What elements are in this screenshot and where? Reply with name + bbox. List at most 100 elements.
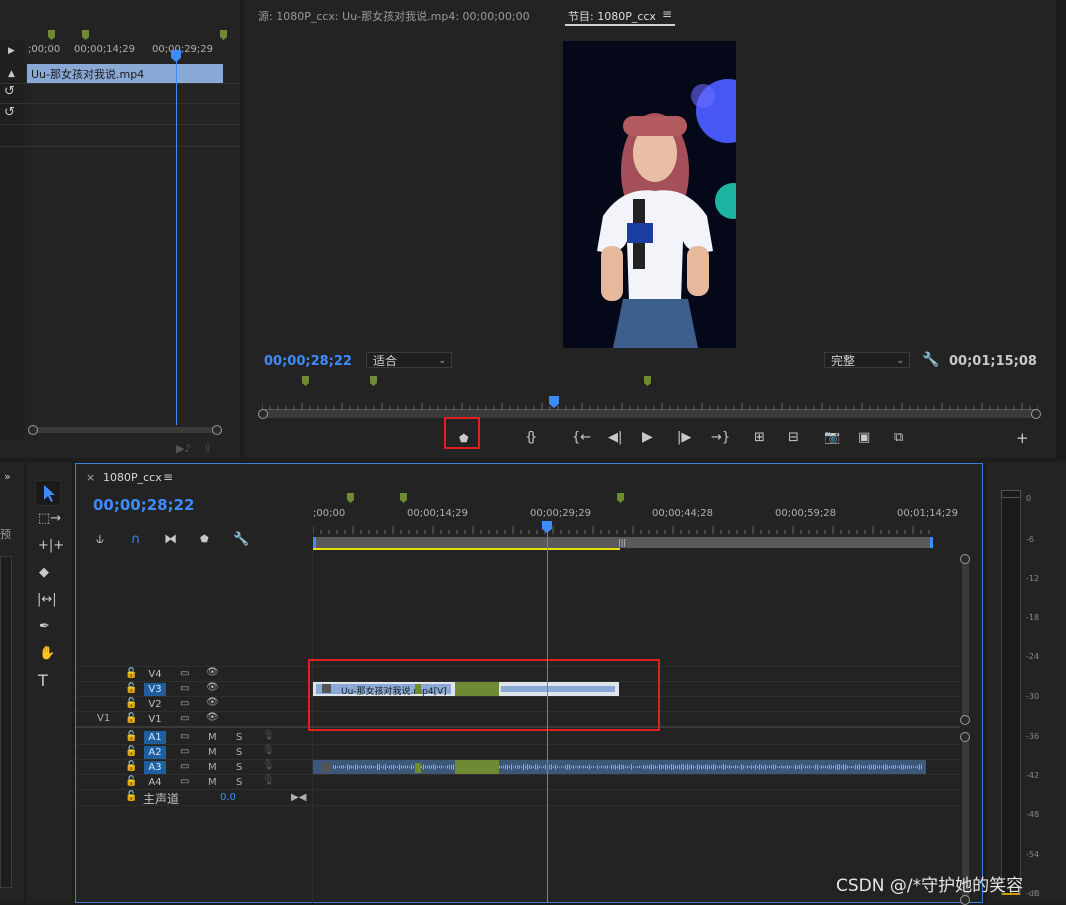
audio-clip-a3[interactable] [313,760,926,774]
lock-icon[interactable]: 🔓 [125,683,137,694]
track-name-v2[interactable]: V2 [144,698,166,711]
track-name-a2[interactable]: A2 [144,746,166,759]
microphone-icon[interactable]: 🎙 [262,730,275,741]
track-name-v1[interactable]: V1 [144,713,166,726]
hamburger-icon[interactable]: ≡ [662,7,672,21]
film-icon[interactable]: ▭ [180,668,189,679]
mute-button[interactable]: M [208,732,217,743]
extract-icon[interactable]: ⊟ [788,431,799,445]
film-icon[interactable]: ▭ [180,776,189,787]
film-icon[interactable]: ▭ [180,761,189,772]
timeline-ruler-label: 00;01;14;29 [897,508,959,519]
timeline-current-time[interactable]: 00;00;28;22 [93,496,195,514]
work-area-grip[interactable]: ||| [618,538,626,547]
export-icon[interactable]: ⇪ [203,442,212,456]
timeline-video-scrollbar[interactable] [962,556,969,722]
lock-icon[interactable]: 🔓 [125,668,137,679]
meter-label: -18 [1026,613,1040,622]
pen-icon[interactable]: ✒ [39,620,50,634]
camera-icon[interactable]: 📷 [824,431,840,445]
work-area-end[interactable] [930,537,933,548]
nest-sequence-icon[interactable]: ⫝ [96,533,104,547]
solo-button[interactable]: S [236,762,242,773]
mute-button[interactable]: M [208,777,217,788]
source-clip[interactable]: Uu-那女孩对我说.mp4 [27,64,223,83]
timeline-close-button[interactable]: × [86,471,95,484]
mute-button[interactable]: M [208,762,217,773]
lock-icon[interactable]: 🔓 [125,761,137,772]
undo-icon[interactable]: ↺ [4,85,15,99]
lock-icon[interactable]: 🔓 [125,713,137,724]
linked-selection-icon[interactable]: ⧓ [164,533,177,547]
audio-sync-icon[interactable]: ▶♪ [176,442,191,456]
timeline-menu-icon[interactable]: ≡ [163,470,173,484]
meter-label: 0 [1026,494,1032,503]
snap-magnet-icon[interactable]: ∩ [131,533,141,547]
lock-icon[interactable]: 🔓 [125,746,137,757]
eye-icon[interactable]: 👁 [206,667,219,678]
track-name-a3[interactable]: A3 [144,761,166,774]
ripple-edit-icon[interactable]: +|+ [38,539,64,553]
lock-icon[interactable]: 🔓 [125,698,137,709]
track-name-v3[interactable]: V3 [144,683,166,696]
eye-icon[interactable]: 👁 [206,697,219,708]
insert-icon[interactable]: ▣ [858,431,870,445]
source-scrollbar[interactable] [30,427,220,433]
lock-icon[interactable]: 🔓 [125,731,137,742]
slip-tool-icon[interactable]: |↔| [37,593,57,607]
go-to-end-icon[interactable]: ▶◀ [291,792,306,803]
lock-icon[interactable]: 🔓 [125,791,137,802]
play-icon[interactable]: ▶ [642,430,653,444]
redo-icon[interactable]: ↺ [4,106,15,120]
timeline-tab[interactable]: 1080P_ccx [103,471,162,484]
track-name-a4[interactable]: A4 [144,776,166,789]
film-icon[interactable]: ▭ [180,731,189,742]
solo-button[interactable]: S [236,747,242,758]
hand-icon[interactable]: ✋ [39,647,55,661]
expand-arrow-icon[interactable]: ▶ [8,44,15,58]
microphone-icon[interactable]: 🎙 [262,760,275,771]
razor-icon[interactable]: ◆ [39,566,49,580]
eye-icon[interactable]: 👁 [206,682,219,693]
quality-dropdown[interactable]: 完整 ⌄ [824,352,910,368]
highlight-box-clip [308,659,660,731]
type-tool-icon[interactable]: T [38,673,48,689]
work-area-start[interactable] [313,537,316,548]
step-back-icon[interactable]: ◀| [608,431,622,445]
master-volume-value[interactable]: 0.0 [220,792,236,803]
expand-panels-icon[interactable]: » [4,470,11,484]
lift-icon[interactable]: ⊞ [754,431,765,445]
film-icon[interactable]: ▭ [180,683,189,694]
track-name-v4[interactable]: V4 [144,668,166,681]
microphone-icon[interactable]: 🎙 [262,775,275,786]
program-scrollbar[interactable] [262,410,1038,418]
mute-button[interactable]: M [208,747,217,758]
film-icon[interactable]: ▭ [180,746,189,757]
timeline-settings-wrench-icon[interactable]: 🔧 [233,533,249,547]
fit-dropdown[interactable]: 适合 ⌄ [366,352,452,368]
solo-button[interactable]: S [236,732,242,743]
program-current-time[interactable]: 00;00;28;22 [264,354,352,369]
eye-icon[interactable]: 👁 [206,712,219,723]
track-name-a1[interactable]: A1 [144,731,166,744]
wrench-icon[interactable]: 🔧 [922,353,939,367]
mark-out-icon[interactable]: } [529,431,537,445]
step-forward-icon[interactable]: |▶ [677,431,691,445]
film-icon[interactable]: ▭ [180,698,189,709]
lock-icon[interactable]: 🔓 [125,776,137,787]
solo-button[interactable]: S [236,777,242,788]
add-button-icon[interactable]: + [1016,431,1029,446]
audio-fx-icon [322,763,331,772]
source-patch-v1[interactable]: V1 [97,713,110,724]
add-marker-timeline-icon[interactable]: ⬟ [200,533,209,547]
overwrite-icon[interactable]: ⧉ [894,431,903,445]
microphone-icon[interactable]: 🎙 [262,745,275,756]
selection-tool[interactable] [35,480,61,506]
collapse-arrow-icon[interactable]: ▲ [8,67,15,81]
track-select-icon[interactable]: ⬚→ [38,512,61,526]
source-monitor-tab[interactable]: 源: 1080P_ccx: Uu-那女孩对我说.mp4: 00;00;00;00 [258,8,530,24]
film-icon[interactable]: ▭ [180,713,189,724]
go-to-in-icon[interactable]: {← [572,431,591,445]
go-to-out-icon[interactable]: →} [711,431,730,445]
program-monitor-tab[interactable]: 节目: 1080P_ccx [568,8,656,24]
